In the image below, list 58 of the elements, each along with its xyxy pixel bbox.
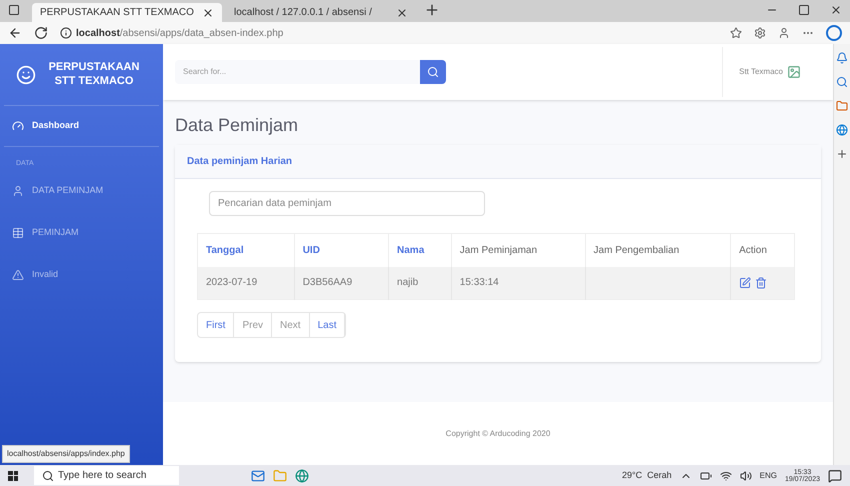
search-field[interactable]: Pencarian data peminjam — [209, 191, 485, 216]
browser-tab[interactable]: PERPUSTAKAAN STT TEXMACO — [32, 3, 222, 22]
table-cell: 2023-07-19 — [198, 266, 294, 300]
close-icon[interactable] — [202, 6, 214, 18]
mail-icon[interactable] — [251, 468, 265, 482]
language[interactable]: ENG — [760, 470, 777, 482]
table-cell: D3B56AA9 — [294, 266, 389, 300]
close-icon[interactable] — [396, 6, 408, 18]
brand-title: PERPUSTAKAAN STT TEXMACO — [48, 60, 140, 88]
search-field[interactable]: Search for... — [175, 60, 420, 84]
gauge-icon — [12, 120, 24, 132]
delete-icon[interactable] — [755, 276, 768, 289]
card-title: Data peminjam Harian — [187, 155, 292, 169]
maximize-icon[interactable] — [798, 4, 810, 16]
search-icon[interactable] — [836, 76, 848, 88]
windows-icon[interactable] — [8, 470, 18, 480]
wifi-icon — [720, 470, 732, 482]
info-icon — [60, 27, 72, 39]
sidebar-item[interactable]: DATA PEMINJAM — [0, 170, 163, 212]
copyright: Copyright © Arducoding 2020 — [446, 428, 550, 440]
browser-icon[interactable] — [295, 468, 309, 482]
profile-icon[interactable] — [778, 27, 790, 39]
broken-image-icon — [787, 65, 801, 79]
search-icon — [42, 470, 54, 482]
edit-icon[interactable] — [739, 276, 752, 289]
sidebar-item[interactable]: Invalid — [0, 254, 163, 296]
notification-icon[interactable] — [828, 468, 842, 482]
reload-icon[interactable] — [34, 26, 48, 40]
add-icon[interactable] — [836, 148, 848, 160]
page-link[interactable]: First — [198, 313, 234, 337]
new-tab-icon[interactable] — [424, 2, 440, 18]
search-icon — [427, 66, 439, 78]
star-icon[interactable] — [730, 27, 742, 39]
table-cell: najib — [388, 266, 452, 300]
table-cell: 15:33:14 — [451, 266, 586, 300]
user-name: Stt Texmaco — [739, 66, 783, 78]
page-title: Data Peminjam — [174, 114, 300, 137]
weather: 29°C Cerah — [622, 468, 672, 482]
tab-label: localhost / 127.0.0.1 / absensi / — [234, 6, 373, 20]
sidebar-item[interactable]: PEMINJAM — [0, 212, 163, 254]
user-icon — [12, 184, 24, 196]
tab-label: PERPUSTAKAAN STT TEXMACO — [40, 6, 195, 20]
globe-icon[interactable] — [836, 124, 848, 136]
search-button[interactable] — [420, 60, 446, 84]
taskbar-search[interactable]: Type here to search — [34, 466, 179, 485]
page-link[interactable]: Last — [310, 313, 346, 337]
battery-icon — [700, 470, 712, 482]
volume-icon — [740, 470, 752, 482]
table-icon — [12, 226, 24, 238]
warning-icon — [12, 268, 24, 280]
sidebar-item[interactable]: Dashboard — [0, 106, 163, 146]
back-icon[interactable] — [8, 26, 22, 40]
bell-icon[interactable] — [836, 52, 848, 64]
status-url: localhost/absensi/apps/index.php — [2, 445, 130, 463]
close-icon[interactable] — [830, 4, 842, 16]
settings-icon[interactable] — [754, 27, 766, 39]
folder-icon[interactable] — [836, 100, 848, 112]
smile-icon — [16, 64, 36, 84]
